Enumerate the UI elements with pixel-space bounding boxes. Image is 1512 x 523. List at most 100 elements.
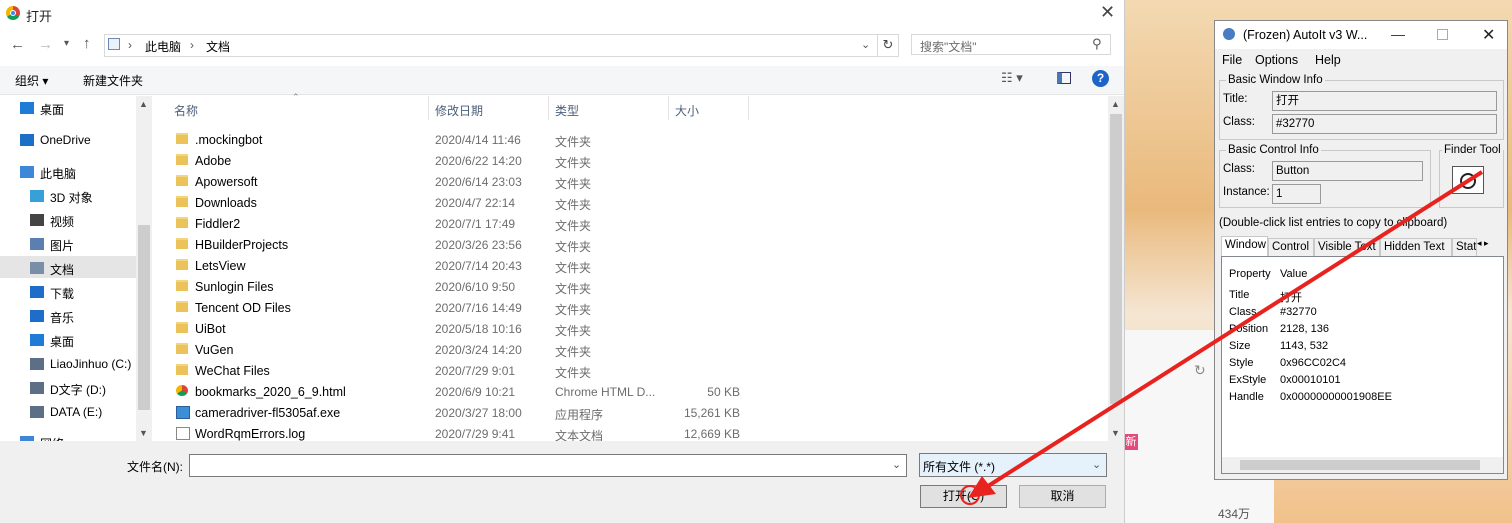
crosshair-icon[interactable] [1460,173,1476,189]
refresh-button[interactable]: ↻ [877,34,899,57]
column-divider[interactable] [748,96,749,120]
file-name: LetsView [195,259,246,273]
nav-item[interactable]: 3D 对象 [0,184,136,206]
tab-control[interactable]: Control [1268,238,1314,256]
folder-icon [176,280,188,291]
property-name[interactable]: Size [1229,340,1250,352]
view-options-icon[interactable]: ☷ ▾ [1001,70,1023,86]
property-name[interactable]: Position [1229,323,1268,335]
tab-statusbar[interactable]: Stat [1452,238,1477,256]
property-name[interactable]: Class [1229,306,1257,318]
property-value[interactable]: 0x00010101 [1280,374,1341,386]
nav-item[interactable]: 此电脑 [0,160,136,182]
menu-options[interactable]: Options [1255,53,1298,67]
list-header-property[interactable]: Property [1229,268,1271,280]
maximize-button[interactable] [1437,29,1448,40]
address-dropdown-icon[interactable]: ⌄ [861,38,870,51]
navigation-scroll-thumb[interactable] [138,225,150,410]
nav-item[interactable]: 下载 [0,280,136,302]
help-icon[interactable]: ? [1092,70,1109,87]
search-icon[interactable]: ⚲ [1092,36,1102,52]
minimize-button[interactable]: — [1391,26,1405,42]
open-button[interactable]: 打开(O) [920,485,1007,508]
file-row[interactable]: Adobe 2020/6/22 14:20 文件夹 [170,150,740,171]
property-value[interactable]: 2128, 136 [1280,323,1329,335]
instance-value[interactable]: 1 [1272,184,1321,204]
column-header-date[interactable]: 修改日期 [435,102,483,119]
filename-dropdown-icon[interactable]: ⌄ [892,458,901,471]
autoit-close-button[interactable]: ✕ [1482,25,1495,45]
file-row[interactable]: VuGen 2020/3/24 14:20 文件夹 [170,339,740,360]
nav-item[interactable]: 桌面 [0,96,136,118]
file-row[interactable]: Sunlogin Files 2020/6/10 9:50 文件夹 [170,276,740,297]
nav-item[interactable]: DATA (E:) [0,400,136,422]
nav-item-label: 此电脑 [40,167,77,181]
property-list[interactable] [1221,256,1504,474]
column-divider[interactable] [668,96,669,120]
menu-help[interactable]: Help [1315,53,1341,67]
nav-item[interactable]: D文字 (D:) [0,376,136,398]
property-name[interactable]: Title [1229,289,1249,301]
property-value[interactable]: 0x96CC02C4 [1280,357,1346,369]
title-value[interactable]: 打开 [1272,91,1497,111]
scroll-down-icon[interactable]: ▼ [139,428,148,438]
control-class-value[interactable]: Button [1272,161,1423,181]
column-header-type[interactable]: 类型 [555,102,579,119]
file-row[interactable]: cameradriver-fl5305af.exe 2020/3/27 18:00… [170,402,740,423]
dialog-titlebar[interactable] [0,0,1124,28]
tab-window[interactable]: Window [1221,236,1268,257]
tab-hidden-text[interactable]: Hidden Text [1380,238,1452,256]
cancel-button[interactable]: 取消 [1019,485,1106,508]
column-header-name[interactable]: 名称 [174,102,198,119]
file-row[interactable]: LetsView 2020/7/14 20:43 文件夹 [170,255,740,276]
file-row[interactable]: Downloads 2020/4/7 22:14 文件夹 [170,192,740,213]
property-value[interactable]: 打开 [1280,289,1302,305]
forward-arrow-icon[interactable]: → [38,36,53,53]
file-row[interactable]: Tencent OD Files 2020/7/16 14:49 文件夹 [170,297,740,318]
tab-visible-text[interactable]: Visible Text [1314,238,1380,256]
property-value[interactable]: 1143, 532 [1280,340,1328,352]
scroll-up-icon[interactable]: ▲ [1111,99,1120,109]
recent-locations-icon[interactable]: ▾ [64,38,69,49]
file-row[interactable]: HBuilderProjects 2020/3/26 23:56 文件夹 [170,234,740,255]
nav-item[interactable]: LiaoJinhuo (C:) [0,352,136,374]
tab-scroll-arrows[interactable]: ◂ ▸ [1477,238,1507,255]
close-button[interactable]: ✕ [1100,2,1115,23]
scroll-up-icon[interactable]: ▲ [139,99,148,109]
new-folder-button[interactable]: 新建文件夹 [83,72,143,89]
column-header-size[interactable]: 大小 [675,102,699,119]
file-row[interactable]: Fiddler2 2020/7/1 17:49 文件夹 [170,213,740,234]
menu-file[interactable]: File [1222,53,1242,67]
filetype-dropdown-icon[interactable]: ⌄ [1092,458,1101,471]
column-divider[interactable] [428,96,429,120]
nav-item[interactable]: 文档 [0,256,136,278]
organize-button[interactable]: 组织 ▾ [15,72,48,89]
file-row[interactable]: UiBot 2020/5/18 10:16 文件夹 [170,318,740,339]
back-arrow-icon[interactable]: ← [10,36,25,53]
property-value[interactable]: #32770 [1280,306,1317,318]
property-name[interactable]: ExStyle [1229,374,1266,386]
property-name[interactable]: Handle [1229,391,1264,403]
file-row[interactable]: bookmarks_2020_6_9.html 2020/6/9 10:21 Chr… [170,381,740,402]
nav-item[interactable]: 音乐 [0,304,136,326]
column-divider[interactable] [548,96,549,120]
property-list-hscroll-thumb[interactable] [1240,460,1480,470]
nav-item[interactable]: 视频 [0,208,136,230]
nav-item[interactable]: OneDrive [0,128,136,150]
property-name[interactable]: Style [1229,357,1253,369]
breadcrumb-this-pc[interactable]: 此电脑 [145,38,181,55]
scroll-down-icon[interactable]: ▼ [1111,428,1120,438]
filename-input[interactable] [189,454,907,477]
file-row[interactable]: Apowersoft 2020/6/14 23:03 文件夹 [170,171,740,192]
file-row[interactable]: WeChat Files 2020/7/29 9:01 文件夹 [170,360,740,381]
up-arrow-icon[interactable]: ↑ [83,35,91,52]
list-header-value[interactable]: Value [1280,268,1307,280]
preview-pane-icon[interactable] [1057,72,1071,84]
nav-item[interactable]: 图片 [0,232,136,254]
class-value[interactable]: #32770 [1272,114,1497,134]
file-list-scroll-thumb[interactable] [1110,114,1122,404]
property-value[interactable]: 0x00000000001908EE [1280,391,1392,403]
file-row[interactable]: .mockingbot 2020/4/14 11:46 文件夹 [170,129,740,150]
nav-item[interactable]: 桌面 [0,328,136,350]
breadcrumb-documents[interactable]: 文档 [206,38,230,55]
